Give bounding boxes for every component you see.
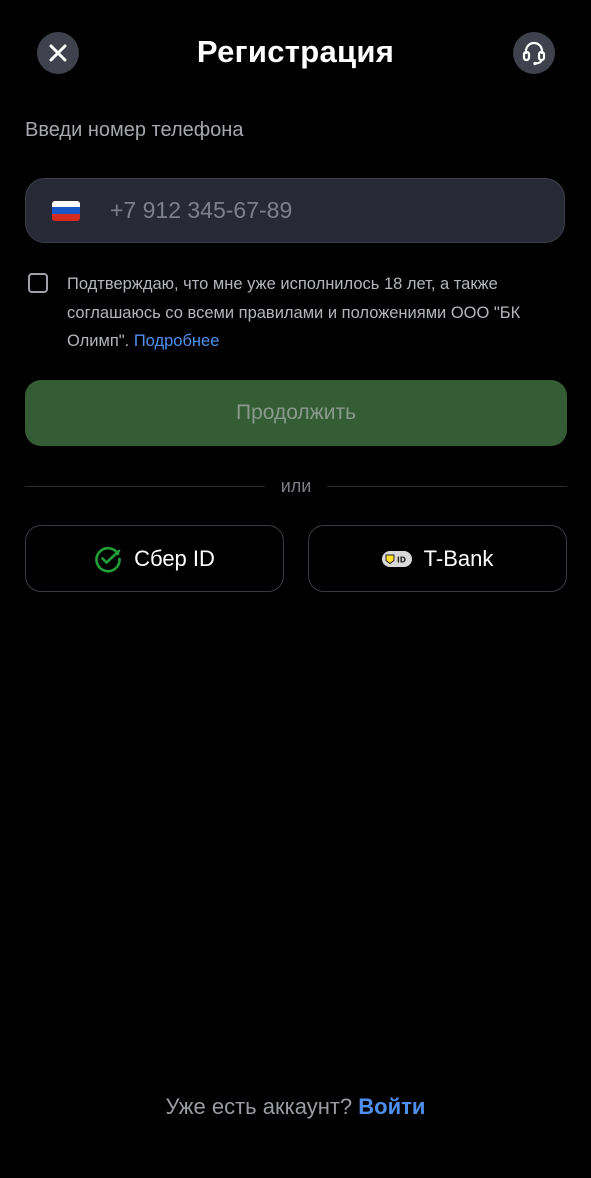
page-title: Регистрация [196,34,395,69]
consent-details-link[interactable]: Подробнее [134,332,220,350]
sber-id-button[interactable]: Сбер ID [25,525,284,592]
login-link[interactable]: Войти [358,1094,425,1119]
close-button[interactable] [37,32,79,74]
phone-input[interactable] [108,196,512,225]
tbank-id-icon: ID [381,550,412,567]
continue-button[interactable]: Продолжить [25,380,567,446]
login-prompt: Уже есть аккаунт? Войти [0,1092,591,1122]
has-account-text: Уже есть аккаунт? [165,1094,353,1119]
divider-line-left [25,485,265,487]
headset-icon [522,41,546,66]
svg-text:ID: ID [397,555,406,564]
close-icon [49,44,67,62]
sber-id-label: Сбер ID [134,545,215,571]
divider-label: или [280,475,312,496]
sber-check-icon [95,546,121,572]
support-button[interactable] [513,32,555,74]
or-divider: или [25,474,567,498]
phone-prompt-label: Введи номер телефона [25,119,244,141]
tbank-button[interactable]: ID T-Bank [308,525,567,592]
consent-checkbox[interactable] [28,273,48,293]
header: Регистрация [0,0,591,104]
russia-flag-icon [52,200,80,221]
tbank-label: T-Bank [423,545,494,571]
divider-line-right [327,485,567,487]
phone-field[interactable] [25,178,565,243]
consent-text: Подтверждаю, что мне уже исполнилось 18 … [67,270,567,356]
